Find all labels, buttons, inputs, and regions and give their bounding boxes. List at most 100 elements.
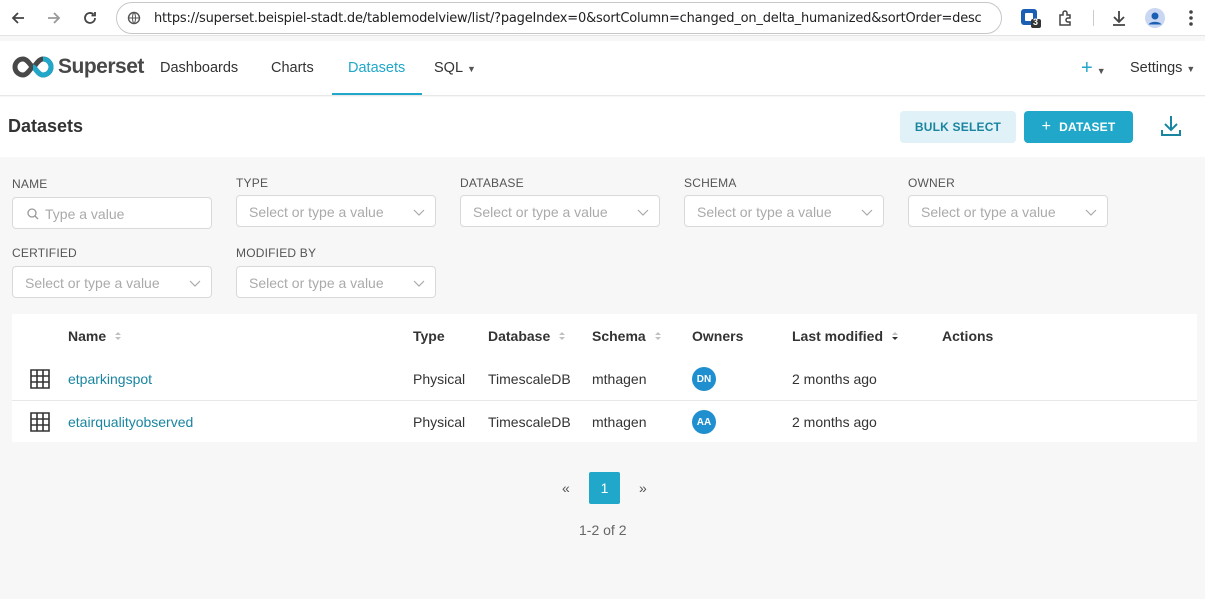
nav-settings[interactable]: Settings ▼ xyxy=(1130,60,1195,76)
sort-icon xyxy=(559,332,566,340)
page-title: Datasets xyxy=(8,116,84,136)
chevron-down-icon xyxy=(413,280,425,287)
filter-name-input[interactable]: Type a value xyxy=(12,197,212,229)
chevron-down-icon xyxy=(413,209,425,216)
page-title-bar: Datasets BULK SELECT + DATASET xyxy=(0,97,1205,157)
table-grid-icon xyxy=(30,412,50,432)
nav-sql[interactable]: SQL ▼ xyxy=(434,60,476,76)
nav-dashboards[interactable]: Dashboards xyxy=(160,60,238,76)
nav-settings-label: Settings xyxy=(1130,60,1183,76)
table-grid-icon xyxy=(30,369,50,389)
chevron-down-icon xyxy=(637,209,649,216)
plus-icon: + xyxy=(1081,57,1093,79)
toolbar-divider xyxy=(1093,10,1094,26)
column-header-last-modified-label: Last modified xyxy=(792,328,884,344)
sort-icon xyxy=(115,332,122,340)
pagination-page-current[interactable]: 1 xyxy=(589,472,620,504)
caret-down-icon: ▼ xyxy=(1186,64,1196,74)
search-icon xyxy=(27,208,39,220)
dataset-name-link[interactable]: etairqualityobserved xyxy=(68,414,193,430)
extension-badge-count: 3 xyxy=(1033,17,1039,27)
caret-down-icon: ▼ xyxy=(467,64,476,74)
column-header-name-label: Name xyxy=(68,328,107,344)
column-header-owners: Owners xyxy=(692,328,744,344)
filter-schema-label: SCHEMA xyxy=(684,176,737,190)
superset-logo[interactable]: Superset xyxy=(12,55,144,79)
filter-type-placeholder: Select or type a value xyxy=(249,204,384,220)
dataset-type: Physical xyxy=(413,371,466,387)
column-header-type: Type xyxy=(413,328,445,344)
dataset-database: TimescaleDB xyxy=(488,414,571,430)
dataset-name-link[interactable]: etparkingspot xyxy=(68,371,152,387)
filter-name-label: NAME xyxy=(12,177,48,191)
back-arrow-icon[interactable] xyxy=(6,6,30,30)
extensions-puzzle-icon[interactable] xyxy=(1054,6,1078,30)
browser-menu-icon[interactable] xyxy=(1179,6,1203,30)
filter-schema-select[interactable]: Select or type a value xyxy=(684,195,884,227)
chevron-down-icon xyxy=(189,280,201,287)
caret-down-icon: ▼ xyxy=(1096,66,1106,76)
app-header: Superset Dashboards Charts Datasets SQL ▼… xyxy=(0,41,1205,96)
owner-avatar[interactable]: AA xyxy=(692,410,716,434)
column-header-database-label: Database xyxy=(488,328,551,344)
pagination-next[interactable]: » xyxy=(639,480,647,496)
filter-certified-label: CERTIFIED xyxy=(12,246,77,260)
nav-sql-label: SQL xyxy=(434,60,464,76)
filter-database-select[interactable]: Select or type a value xyxy=(460,195,660,227)
filter-certified-select[interactable]: Select or type a value xyxy=(12,266,212,298)
nav-add-menu[interactable]: + ▼ xyxy=(1081,57,1106,80)
filter-database-label: DATABASE xyxy=(460,176,524,190)
column-header-schema-label: Schema xyxy=(592,328,646,344)
filter-owner-select[interactable]: Select or type a value xyxy=(908,195,1108,227)
nav-active-indicator xyxy=(332,93,422,95)
plus-icon: + xyxy=(1041,118,1052,135)
nav-charts[interactable]: Charts xyxy=(271,60,314,76)
filter-certified-placeholder: Select or type a value xyxy=(25,275,160,291)
extension-icon[interactable]: 3 xyxy=(1020,7,1042,29)
superset-logo-icon xyxy=(12,56,54,78)
filter-type-select[interactable]: Select or type a value xyxy=(236,195,436,227)
pagination-prev[interactable]: « xyxy=(562,480,570,496)
filter-schema-placeholder: Select or type a value xyxy=(697,204,832,220)
nav-datasets[interactable]: Datasets xyxy=(348,60,405,76)
chevron-down-icon xyxy=(861,209,873,216)
dataset-last-modified: 2 months ago xyxy=(792,414,877,430)
download-icon[interactable] xyxy=(1107,6,1131,30)
address-bar[interactable]: https://superset.beispiel-stadt.de/table… xyxy=(116,2,1002,34)
filter-modified-by-placeholder: Select or type a value xyxy=(249,275,384,291)
chevron-down-icon xyxy=(1085,209,1097,216)
logo-text: Superset xyxy=(58,55,144,78)
sort-desc-icon xyxy=(892,332,899,340)
add-dataset-button[interactable]: + DATASET xyxy=(1024,111,1133,143)
filter-modified-by-select[interactable]: Select or type a value xyxy=(236,266,436,298)
add-dataset-label: DATASET xyxy=(1059,120,1116,134)
filter-name-placeholder: Type a value xyxy=(45,206,125,222)
sort-icon xyxy=(654,332,661,340)
bulk-select-button[interactable]: BULK SELECT xyxy=(900,111,1016,143)
dataset-database: TimescaleDB xyxy=(488,371,571,387)
import-download-icon[interactable] xyxy=(1158,113,1184,139)
filter-modified-by-label: MODIFIED BY xyxy=(236,246,317,260)
reload-icon[interactable] xyxy=(78,6,102,30)
column-header-database[interactable]: Database xyxy=(488,328,566,344)
dataset-schema: mthagen xyxy=(592,371,647,387)
column-header-schema[interactable]: Schema xyxy=(592,328,662,344)
forward-arrow-icon[interactable] xyxy=(42,6,66,30)
filter-owner-placeholder: Select or type a value xyxy=(921,204,1056,220)
dataset-last-modified: 2 months ago xyxy=(792,371,877,387)
dataset-schema: mthagen xyxy=(592,414,647,430)
row-divider xyxy=(12,400,1197,401)
profile-avatar-icon[interactable] xyxy=(1143,6,1167,30)
column-header-last-modified[interactable]: Last modified xyxy=(792,328,899,344)
url-text: https://superset.beispiel-stadt.de/table… xyxy=(154,11,982,26)
dataset-type: Physical xyxy=(413,414,466,430)
filter-owner-label: OWNER xyxy=(908,176,955,190)
filter-type-label: TYPE xyxy=(236,176,269,190)
site-info-icon[interactable] xyxy=(127,11,141,30)
owner-avatar[interactable]: DN xyxy=(692,367,716,391)
column-header-actions: Actions xyxy=(942,328,994,344)
browser-toolbar: https://superset.beispiel-stadt.de/table… xyxy=(0,0,1205,36)
filter-database-placeholder: Select or type a value xyxy=(473,204,608,220)
datasets-table: Name Type Database Schema Owners Last mo… xyxy=(12,314,1197,442)
column-header-name[interactable]: Name xyxy=(68,328,122,344)
